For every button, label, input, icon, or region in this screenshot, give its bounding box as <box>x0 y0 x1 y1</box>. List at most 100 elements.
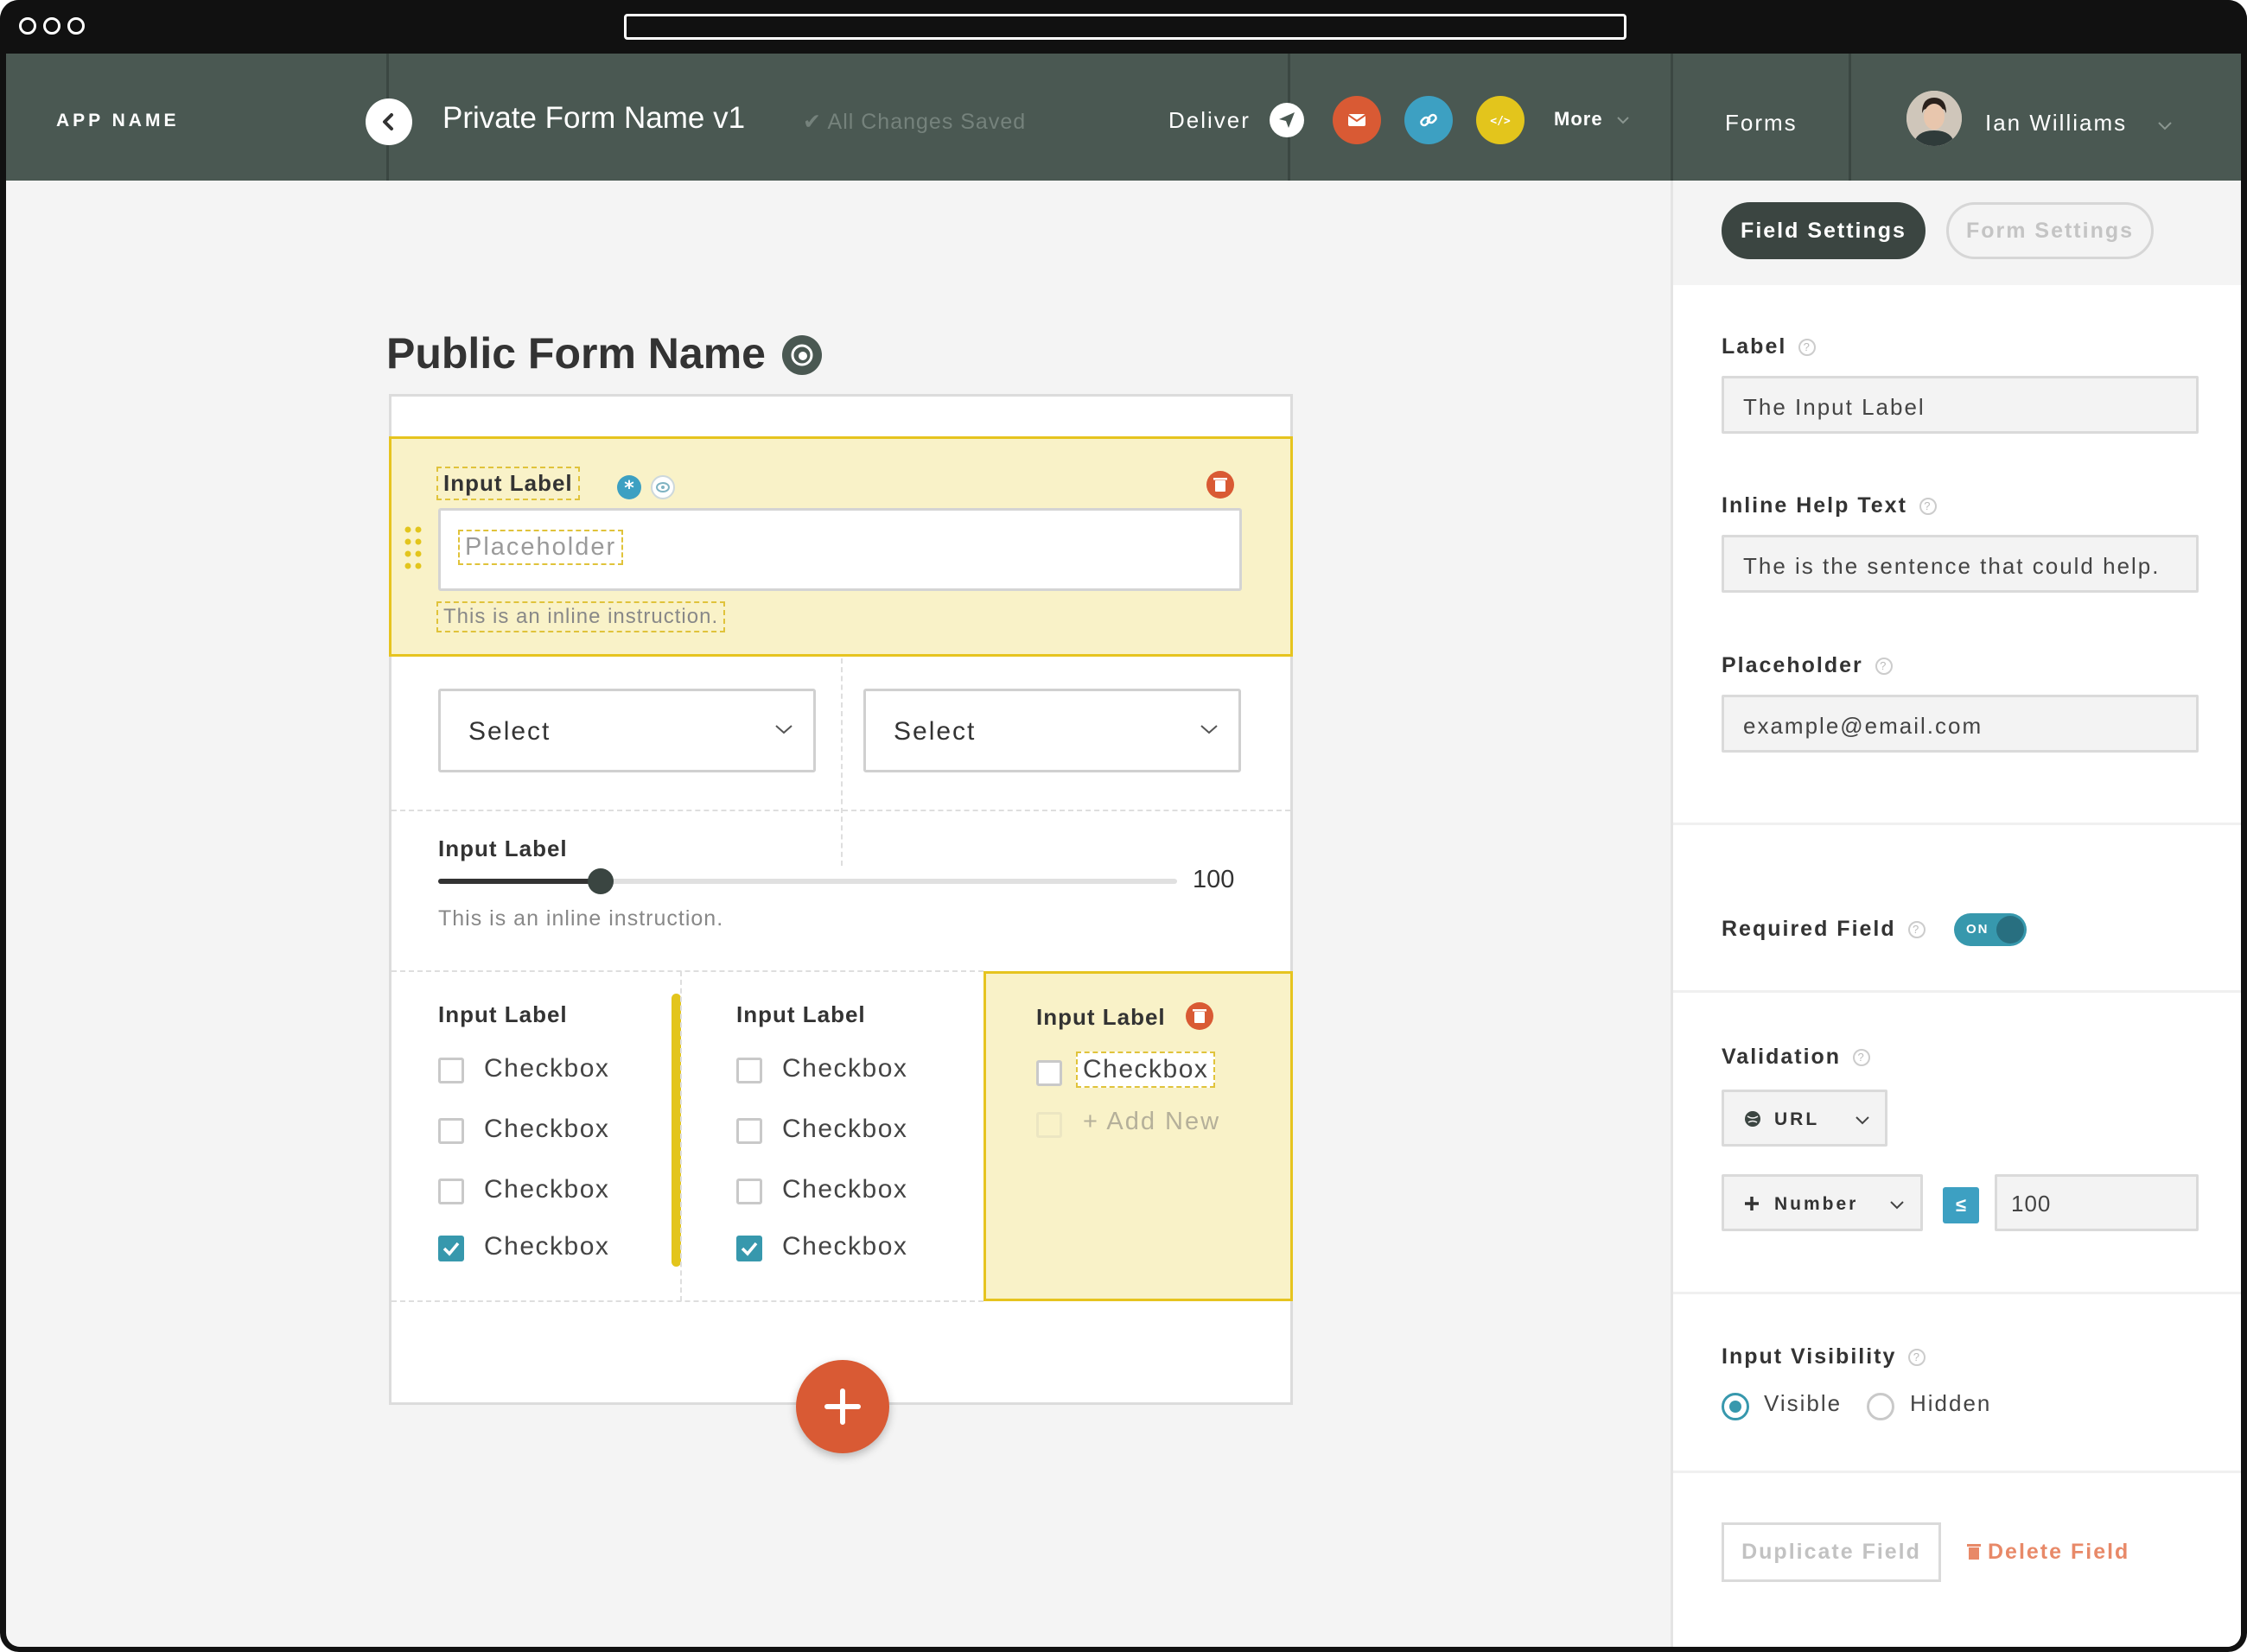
save-status: ✔ All Changes Saved <box>803 110 1027 134</box>
embed-code-button[interactable]: </> <box>1476 96 1525 144</box>
delete-trash-icon[interactable] <box>1185 1001 1214 1031</box>
chevron-left-icon <box>383 113 393 130</box>
preview-eye-button[interactable] <box>782 335 822 375</box>
more-menu[interactable]: More <box>1554 108 1630 130</box>
select-dropdown[interactable]: Select <box>863 689 1241 772</box>
checkbox[interactable] <box>736 1118 762 1144</box>
label-input[interactable]: The Input Label <box>1722 376 2199 434</box>
checkbox-label: Checkbox <box>484 1175 610 1204</box>
help-icon[interactable]: ? <box>1908 1349 1926 1367</box>
drag-handle-icon[interactable] <box>404 525 424 574</box>
validation-value-input[interactable]: 100 <box>1995 1174 2199 1231</box>
email-button[interactable] <box>1333 96 1381 144</box>
slider-handle[interactable] <box>588 868 614 894</box>
window-maximize-dot[interactable] <box>67 17 85 35</box>
tab-field-settings[interactable]: Field Settings <box>1722 202 1926 259</box>
section-divider <box>1673 990 2241 993</box>
chevron-down-icon <box>1856 1116 1869 1125</box>
required-asterisk-icon[interactable]: * <box>615 473 643 501</box>
placeholder-tag[interactable]: Placeholder <box>458 530 624 565</box>
delete-field-button[interactable]: Delete Field <box>1967 1540 2129 1565</box>
address-bar[interactable] <box>624 14 1626 40</box>
column-divider <box>680 971 682 1301</box>
checkbox-label-tag[interactable]: Checkbox <box>1076 1052 1216 1088</box>
section-divider <box>1673 1292 2241 1294</box>
svg-text:</>: </> <box>1490 115 1511 128</box>
private-form-name[interactable]: Private Form Name v1 <box>442 101 745 136</box>
add-new-option[interactable]: + Add New <box>1083 1108 1220 1136</box>
checkbox-label: Checkbox <box>484 1232 610 1261</box>
settings-tabs: Field Settings Form Settings <box>1673 181 2241 285</box>
duplicate-field-button[interactable]: Duplicate Field <box>1722 1522 1941 1582</box>
delete-trash-icon[interactable] <box>1206 470 1235 499</box>
help-text-input[interactable]: The is the sentence that could help. <box>1722 535 2199 593</box>
help-icon[interactable]: ? <box>1853 1049 1871 1067</box>
browser-window: APP NAME Private Form Name v1 ✔ All Chan… <box>0 0 2247 1652</box>
chevron-down-icon <box>2158 122 2173 130</box>
help-icon[interactable]: ? <box>1875 658 1893 676</box>
validation-type-select[interactable]: URL <box>1722 1090 1887 1147</box>
required-setting-text: Required Field <box>1722 917 1896 941</box>
operator-button[interactable]: ≤ <box>1943 1187 1979 1223</box>
section-divider <box>1673 1471 2241 1473</box>
row-divider <box>391 810 1290 811</box>
checkmark-icon <box>741 1242 758 1256</box>
hidden-label: Hidden <box>1910 1390 1992 1416</box>
visible-radio[interactable] <box>1722 1393 1749 1420</box>
user-avatar[interactable] <box>1906 91 1962 146</box>
checkbox-checked[interactable] <box>736 1236 762 1261</box>
add-field-button[interactable] <box>796 1360 889 1453</box>
checkbox[interactable] <box>438 1179 464 1204</box>
validation-rule-value: Number <box>1774 1194 1859 1214</box>
help-icon[interactable]: ? <box>1919 498 1937 516</box>
tab-form-settings[interactable]: Form Settings <box>1946 202 2154 259</box>
window-minimize-dot[interactable] <box>43 17 60 35</box>
help-text-input-value: The is the sentence that could help. <box>1743 553 2161 579</box>
checkbox[interactable] <box>438 1058 464 1083</box>
field-label: Input Label <box>443 470 573 496</box>
hidden-radio[interactable] <box>1867 1393 1894 1420</box>
slider-track[interactable] <box>438 868 1177 894</box>
forms-nav-link[interactable]: Forms <box>1725 110 1798 137</box>
visibility-eye-icon[interactable] <box>649 473 677 501</box>
help-icon[interactable]: ? <box>1907 921 1926 939</box>
header-divider <box>1671 54 1673 181</box>
selected-checkbox-field-block[interactable]: Input Label Checkbox + Add New <box>983 971 1293 1301</box>
selected-text-field-block[interactable]: Input Label * Placeholder This is an inl… <box>389 436 1293 657</box>
slider-instruction: This is an inline instruction. <box>438 906 724 931</box>
instruction-tag[interactable]: This is an inline instruction. <box>436 601 726 632</box>
visibility-setting-title: Input Visibility? <box>1722 1344 1926 1369</box>
checkbox[interactable] <box>736 1179 762 1204</box>
checkbox[interactable] <box>736 1058 762 1083</box>
checkbox[interactable] <box>438 1118 464 1144</box>
field-label-tag[interactable]: Input Label <box>436 467 580 500</box>
placeholder-setting-text: Placeholder <box>1722 653 1863 677</box>
link-button[interactable] <box>1404 96 1453 144</box>
globe-icon <box>1745 1111 1760 1127</box>
label-input-value: The Input Label <box>1743 394 1926 420</box>
checkbox-checked[interactable] <box>438 1236 464 1261</box>
checkbox-label: Checkbox <box>782 1175 908 1204</box>
text-input-preview[interactable]: Placeholder <box>438 508 1242 591</box>
row-divider <box>391 970 983 972</box>
user-name[interactable]: Ian Williams <box>1985 110 2173 137</box>
inline-instruction: This is an inline instruction. <box>443 605 719 628</box>
top-header: APP NAME Private Form Name v1 ✔ All Chan… <box>6 54 2241 181</box>
visibility-setting-text: Input Visibility <box>1722 1344 1897 1369</box>
help-icon[interactable]: ? <box>1798 339 1817 357</box>
chevron-down-icon <box>1200 725 1218 734</box>
chevron-down-icon <box>1890 1201 1904 1210</box>
public-form-title[interactable]: Public Form Name <box>386 328 766 378</box>
validation-setting-text: Validation <box>1722 1045 1842 1069</box>
back-button[interactable] <box>366 98 412 145</box>
required-toggle[interactable]: ON <box>1954 913 2027 946</box>
checkbox[interactable] <box>1036 1060 1062 1086</box>
paper-plane-icon <box>1279 112 1295 128</box>
avatar-image <box>1906 91 1962 146</box>
window-close-dot[interactable] <box>19 17 36 35</box>
validation-rule-select[interactable]: Number <box>1722 1174 1923 1231</box>
placeholder-input[interactable]: example@email.com <box>1722 695 2199 753</box>
select-dropdown[interactable]: Select <box>438 689 816 772</box>
settings-panel: Field Settings Form Settings Label? The … <box>1671 181 2241 1647</box>
send-button[interactable] <box>1270 103 1304 137</box>
